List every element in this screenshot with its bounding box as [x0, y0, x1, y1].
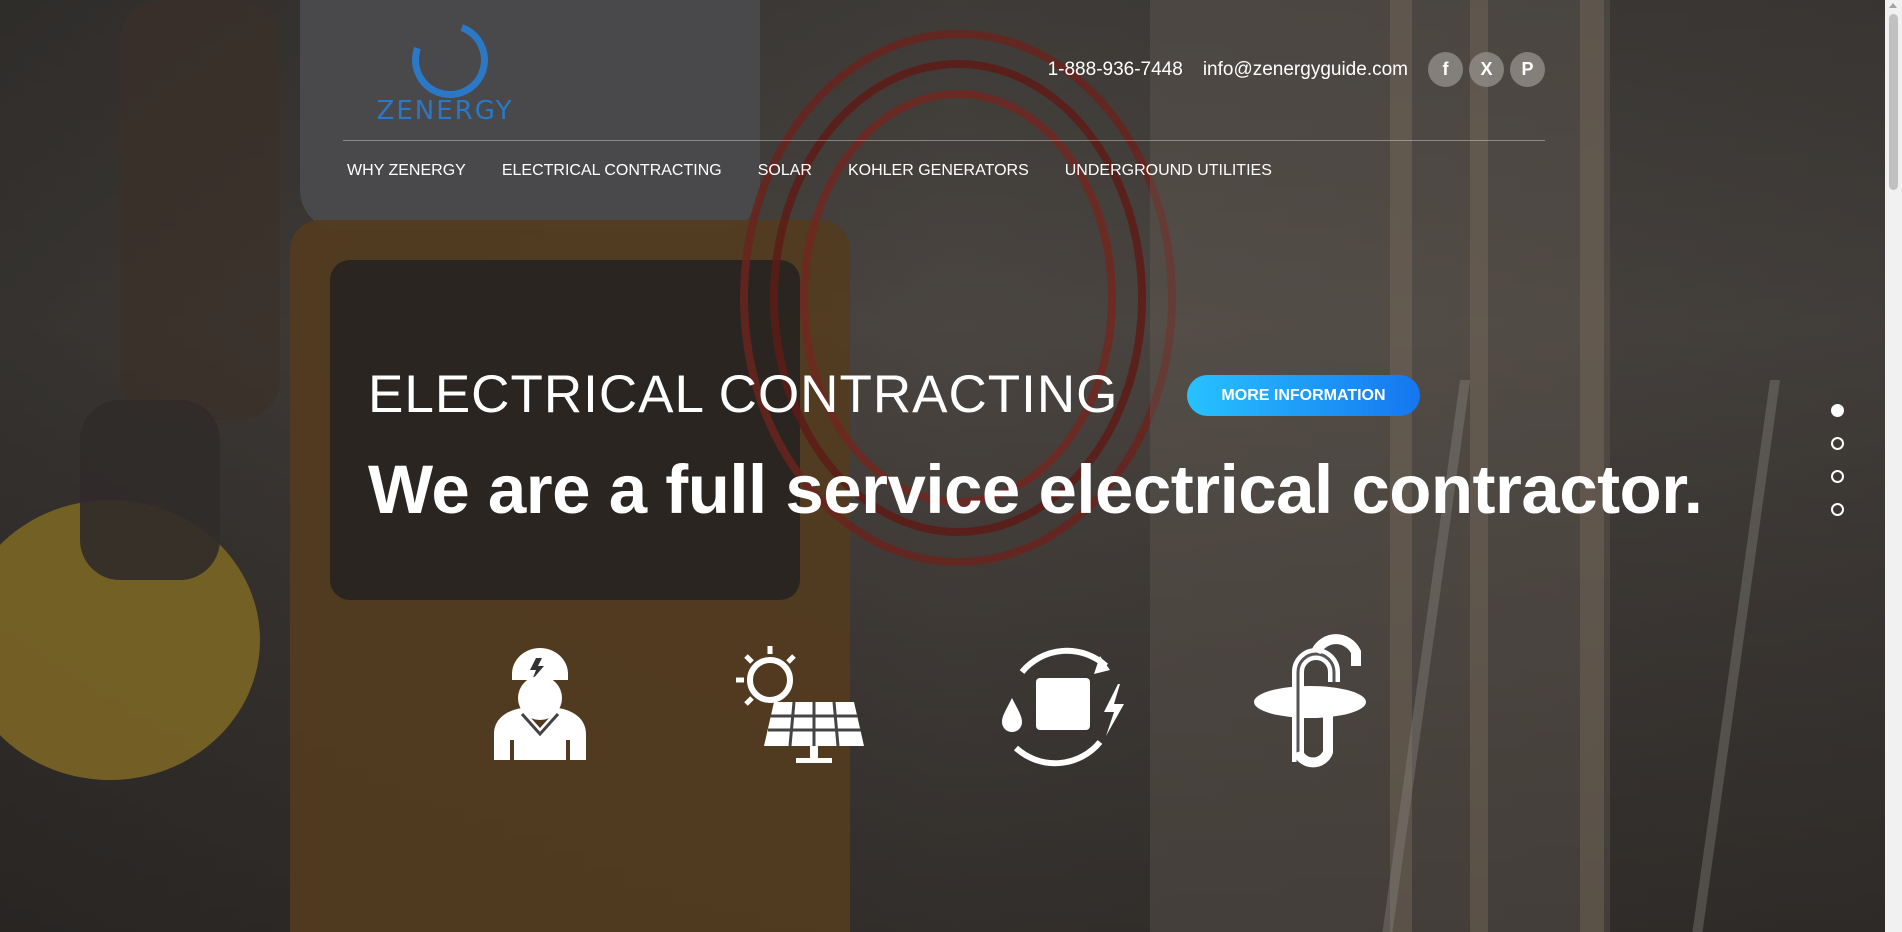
generator-cycle-icon[interactable]	[990, 632, 1130, 772]
nav-item-why-zenergy[interactable]: WHY ZENERGY	[347, 162, 466, 180]
slider-dot[interactable]	[1831, 404, 1844, 417]
slider-dot[interactable]	[1831, 470, 1844, 483]
electrician-icon[interactable]	[470, 632, 610, 772]
scroll-up-arrow-icon[interactable]	[1889, 3, 1897, 8]
logo-text: ZENERGY	[376, 96, 514, 126]
site-header: ZENERGY 1-888-936-7448 info@zenergyguide…	[343, 0, 1545, 140]
underground-pipe-icon[interactable]	[1250, 632, 1390, 772]
services-icons	[470, 632, 1370, 772]
nav-item-electrical-contracting[interactable]: ELECTRICAL CONTRACTING	[502, 162, 722, 180]
nav-item-underground-utilities[interactable]: UNDERGROUND UTILITIES	[1065, 162, 1272, 180]
facebook-icon[interactable]: f	[1428, 52, 1463, 87]
contact-bar: 1-888-936-7448 info@zenergyguide.com f X…	[1048, 52, 1545, 87]
hero-kicker: ELECTRICAL CONTRACTING	[368, 365, 1119, 424]
solar-panel-icon[interactable]	[730, 632, 870, 772]
zenergy-logo[interactable]: ZENERGY	[359, 9, 531, 126]
phone-link[interactable]: 1-888-936-7448	[1048, 59, 1183, 81]
main-nav: WHY ZENERGY ELECTRICAL CONTRACTING SOLAR…	[347, 162, 1272, 180]
nav-item-kohler-generators[interactable]: KOHLER GENERATORS	[848, 162, 1029, 180]
pinterest-icon[interactable]: P	[1510, 52, 1545, 87]
slider-dot[interactable]	[1831, 503, 1844, 516]
page-scrollbar[interactable]	[1885, 0, 1902, 932]
social-links: f X P	[1428, 52, 1545, 87]
scrollbar-thumb[interactable]	[1889, 14, 1898, 190]
header-divider	[343, 140, 1545, 141]
more-information-button[interactable]: MORE INFORMATION	[1187, 375, 1420, 416]
slider-dot[interactable]	[1831, 437, 1844, 450]
x-icon[interactable]: X	[1469, 52, 1504, 87]
slider-pagination	[1831, 404, 1844, 516]
hero-title: We are a full service electrical contrac…	[368, 451, 1703, 528]
email-link[interactable]: info@zenergyguide.com	[1203, 59, 1408, 81]
nav-item-solar[interactable]: SOLAR	[758, 162, 812, 180]
